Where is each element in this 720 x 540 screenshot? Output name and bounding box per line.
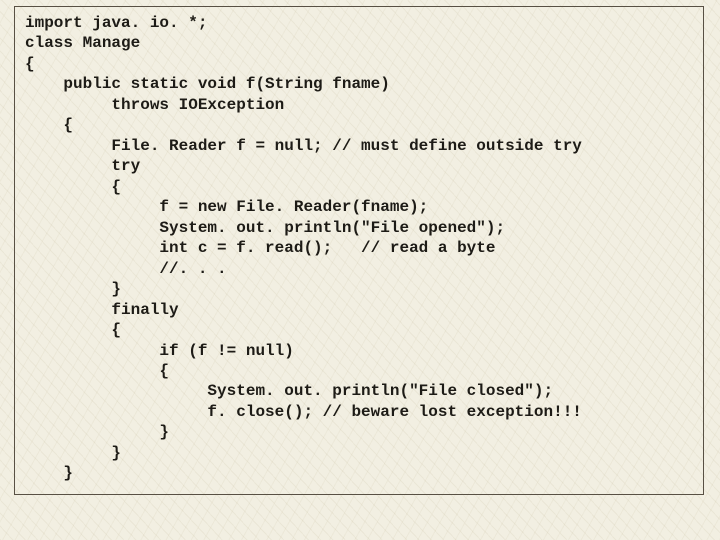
code-block: import java. io. *; class Manage { publi… <box>25 13 693 484</box>
code-card: import java. io. *; class Manage { publi… <box>14 6 704 495</box>
